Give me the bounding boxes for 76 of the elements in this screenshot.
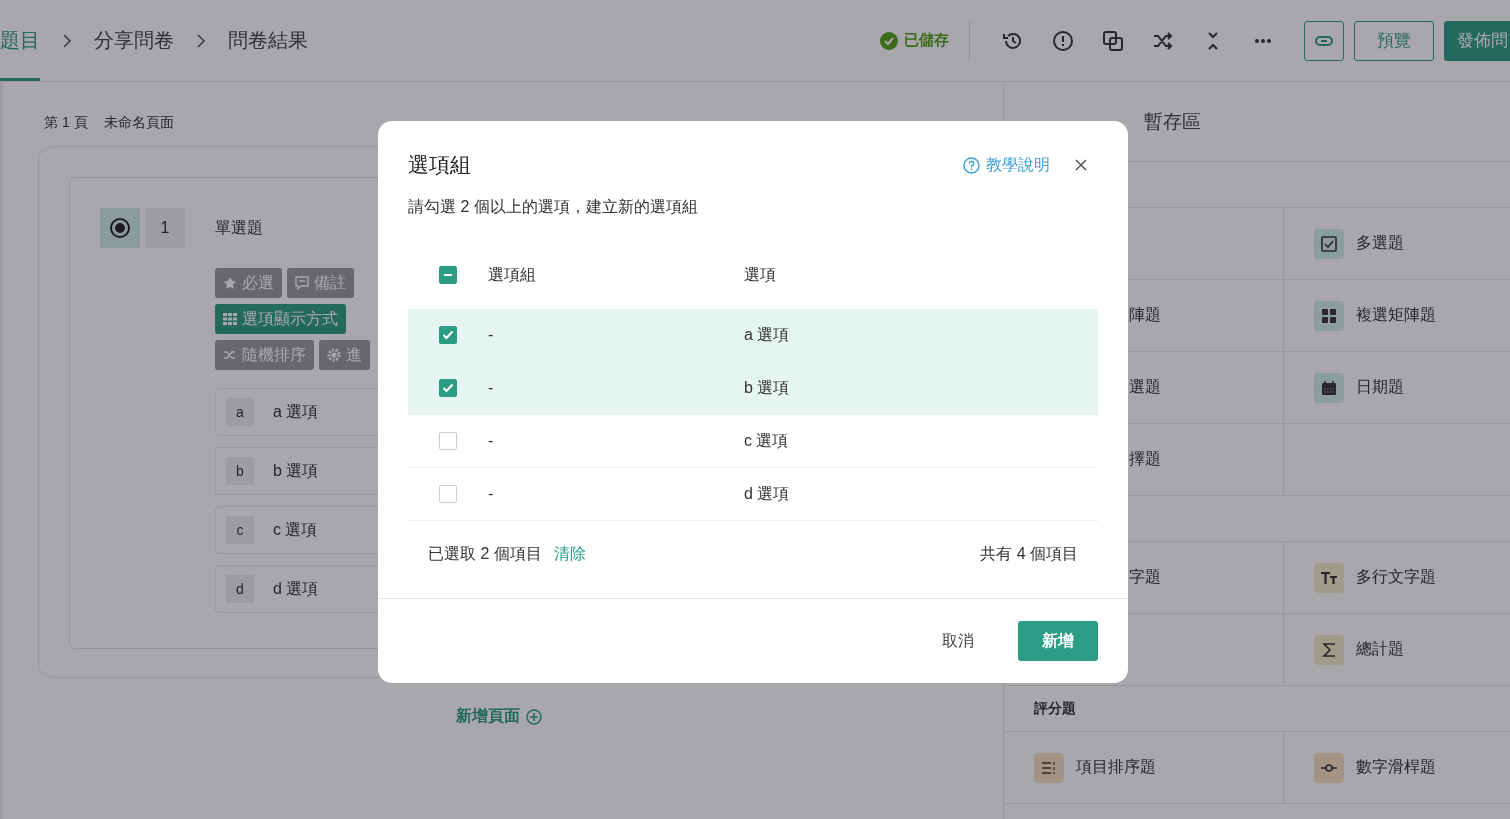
shuffle-icon[interactable] <box>1152 29 1174 52</box>
confirm-button[interactable]: 新增 <box>1018 621 1098 661</box>
question-number: 1 <box>145 208 185 248</box>
table-cell-text: d 選項 <box>744 483 791 504</box>
select-all-checkbox[interactable] <box>439 266 457 284</box>
comment-icon <box>295 276 309 290</box>
selected-count: 已選取 2 個項目 <box>428 543 542 564</box>
question-type-item[interactable]: 多選題 <box>1356 233 1404 254</box>
option-label[interactable]: b 選項 <box>273 460 319 482</box>
step-tab[interactable]: 問卷結果 <box>228 0 308 81</box>
option-label[interactable]: d 選項 <box>273 578 319 600</box>
close-icon[interactable] <box>1074 158 1088 172</box>
row-checkbox[interactable] <box>439 432 457 450</box>
question-title[interactable]: 單選題 <box>215 217 263 239</box>
question-type-item[interactable]: 陣題 <box>1129 305 1161 326</box>
alert-icon[interactable] <box>1052 29 1074 52</box>
star-icon <box>223 276 237 290</box>
option-label[interactable]: c 選項 <box>273 519 318 541</box>
dialog-description: 請勾選 2 個以上的選項，建立新的選項組 <box>408 197 699 217</box>
table-cell-text: - <box>488 485 495 503</box>
slider-icon <box>1314 752 1344 783</box>
link-button[interactable] <box>1304 20 1344 61</box>
text-icon <box>1314 562 1344 593</box>
step-tab[interactable]: 分享問卷 <box>94 0 174 81</box>
question-type-item[interactable]: 選題 <box>1129 377 1161 398</box>
page-name[interactable]: 未命名頁面 <box>103 114 174 132</box>
panel-tab[interactable]: 暫存區 <box>1144 108 1201 135</box>
calendar-icon <box>1314 372 1344 403</box>
total-count: 共有 4 個項目 <box>980 543 1078 564</box>
option-label[interactable]: a 選項 <box>273 401 319 423</box>
dialog-title: 選項組 <box>408 152 472 178</box>
copy-icon[interactable] <box>1102 29 1124 52</box>
table-cell-text: b 選項 <box>744 377 791 398</box>
question-type-item[interactable]: 多行文字題 <box>1356 567 1436 588</box>
option-letter: d <box>226 575 254 603</box>
question-type-item[interactable]: 項目排序題 <box>1076 757 1156 778</box>
cancel-button[interactable]: 取消 <box>922 621 994 661</box>
grid-icon <box>1314 300 1344 331</box>
table-cell-text: - <box>488 432 495 450</box>
row-checkbox[interactable] <box>439 379 457 397</box>
option-letter: c <box>226 516 254 544</box>
clear-link[interactable]: 清除 <box>553 543 586 565</box>
grid-icon <box>223 313 237 325</box>
check-icon <box>441 328 455 342</box>
question-type-item[interactable]: 數字滑桿題 <box>1356 757 1436 778</box>
sigma-icon <box>1314 634 1344 665</box>
plus-circle-icon <box>526 708 542 725</box>
checkbox-icon <box>1314 228 1344 259</box>
question-type-item[interactable]: 複選矩陣題 <box>1356 305 1436 326</box>
row-checkbox[interactable] <box>439 326 457 344</box>
option-letter: b <box>226 457 254 485</box>
table-cell-text: - <box>488 379 495 397</box>
settings-icon <box>327 348 341 362</box>
question-type-item[interactable]: 日期題 <box>1356 377 1404 398</box>
option-letter: a <box>226 398 254 426</box>
table-cell-text: - <box>488 326 495 344</box>
column-header: 選項 <box>744 264 777 285</box>
ranking-icon <box>1034 752 1064 783</box>
save-status: 已儲存 <box>904 31 949 50</box>
check-icon <box>441 381 455 395</box>
table-cell-text: c 選項 <box>744 430 790 451</box>
question-type-item[interactable]: 總計題 <box>1356 639 1404 660</box>
check-circle-icon <box>880 31 898 50</box>
question-type-item[interactable]: 擇題 <box>1129 449 1161 470</box>
chevron-icon <box>196 33 206 48</box>
table-cell-text: a 選項 <box>744 324 791 345</box>
radio-type-icon <box>100 208 140 248</box>
page-number: 第 1 頁 <box>44 114 88 132</box>
help-icon <box>963 156 980 174</box>
link-icon <box>1315 34 1333 47</box>
shuffle-icon <box>223 348 237 362</box>
chevron-icon <box>62 33 72 48</box>
row-checkbox[interactable] <box>439 485 457 503</box>
section-title: 評分題 <box>1034 699 1076 718</box>
column-header: 選項組 <box>488 264 537 285</box>
question-type-item[interactable]: 字題 <box>1129 567 1161 588</box>
